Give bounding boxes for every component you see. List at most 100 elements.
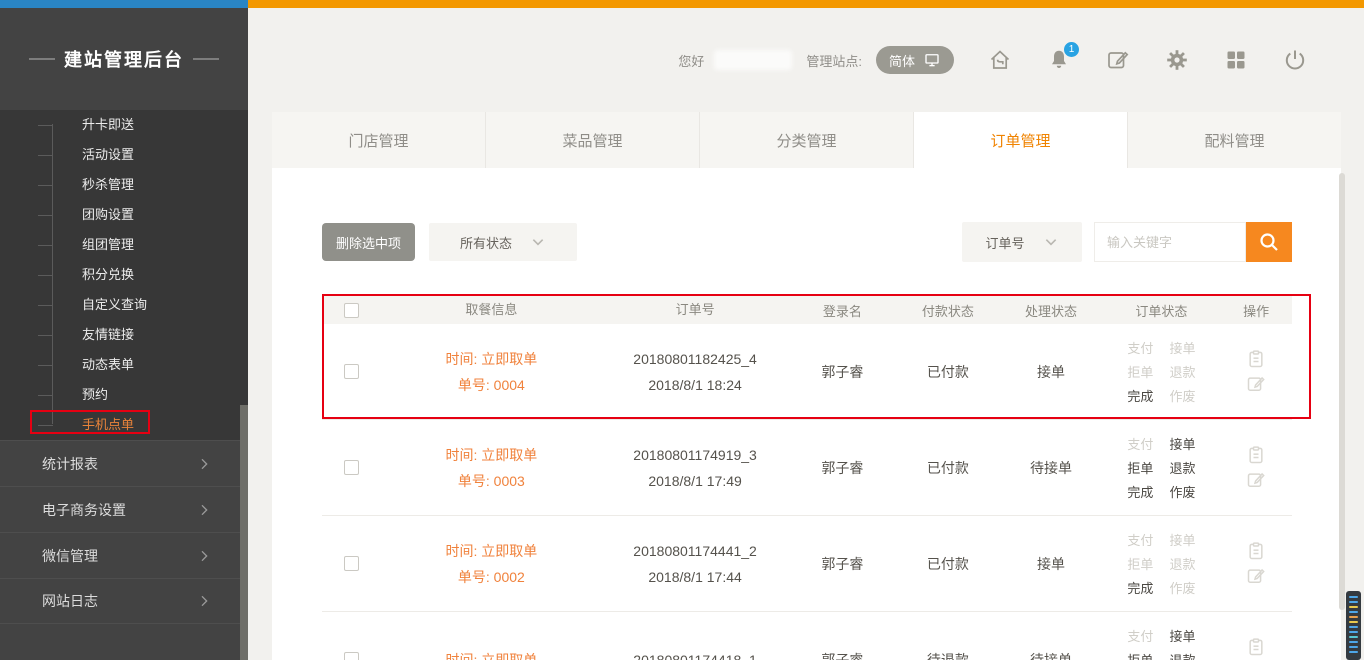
col-header-order-no: 订单号 [602, 297, 789, 323]
language-pill[interactable]: 简体 [876, 46, 954, 74]
search-field-dropdown[interactable]: 订单号 [962, 222, 1082, 262]
logout-button[interactable] [1282, 47, 1308, 73]
order-number: 20180801174919_32018/8/1 17:49 [602, 442, 789, 494]
panel-scrollbar[interactable] [1339, 173, 1345, 610]
clipboard-icon[interactable] [1246, 637, 1266, 657]
tab-ingredient-manage[interactable]: 配料管理 [1128, 112, 1341, 168]
pay-status: 已付款 [896, 362, 999, 382]
clipboard-icon[interactable] [1246, 445, 1266, 465]
tab-category-manage[interactable]: 分类管理 [700, 112, 914, 168]
keyword-input[interactable] [1094, 222, 1246, 262]
search-icon [1257, 230, 1281, 254]
edit-icon[interactable] [1246, 374, 1266, 394]
row-checkbox[interactable] [344, 652, 359, 660]
settings-button[interactable] [1164, 47, 1190, 73]
status-link-pay[interactable]: 支付 [1127, 626, 1153, 645]
status-link-pay[interactable]: 支付 [1127, 530, 1153, 549]
chevron-right-icon [196, 548, 212, 564]
sidebar-scrollbar[interactable] [240, 405, 248, 660]
clipboard-icon[interactable] [1246, 349, 1266, 369]
status-link-accept[interactable]: 接单 [1169, 530, 1195, 549]
status-link-accept[interactable]: 接单 [1169, 338, 1195, 357]
status-link-finish[interactable]: 完成 [1127, 386, 1153, 405]
col-header-pay-status: 付款状态 [896, 301, 999, 320]
sidebar-item-mobile-order[interactable]: 手机点单 [0, 410, 248, 440]
language-label: 简体 [889, 51, 915, 70]
status-link-refund[interactable]: 退款 [1169, 362, 1195, 381]
sidebar-item-activity[interactable]: 活动设置 [0, 140, 248, 170]
sidebar-submenu: 升卡即送 活动设置 秒杀管理 团购设置 组团管理 积分兑换 自定义查询 友情链接… [0, 110, 248, 440]
status-link-void[interactable]: 作废 [1169, 386, 1195, 405]
login-name: 郭子睿 [788, 650, 896, 660]
tab-order-manage[interactable]: 订单管理 [914, 112, 1128, 168]
status-filter-value: 所有状态 [460, 233, 512, 252]
grid-icon [1224, 48, 1248, 72]
search-button[interactable] [1246, 222, 1292, 262]
sidebar-item-links[interactable]: 友情链接 [0, 320, 248, 350]
sidebar-item-custom-query[interactable]: 自定义查询 [0, 290, 248, 320]
status-link-finish[interactable]: 完成 [1127, 578, 1153, 597]
status-link-finish[interactable]: 完成 [1127, 482, 1153, 501]
tab-store-manage[interactable]: 门店管理 [272, 112, 486, 168]
delete-selected-button[interactable]: 删除选中项 [322, 223, 415, 261]
status-link-void[interactable]: 作废 [1169, 482, 1195, 501]
row-checkbox[interactable] [344, 460, 359, 475]
home-button[interactable] [987, 47, 1013, 73]
compose-button[interactable] [1105, 47, 1131, 73]
table-row: 时间: 立即取单单号: 0002 20180801174441_22018/8/… [322, 516, 1292, 612]
tab-dish-manage[interactable]: 菜品管理 [486, 112, 700, 168]
sidebar-item-flash-sale[interactable]: 秒杀管理 [0, 170, 248, 200]
sidebar-item-group-manage[interactable]: 组团管理 [0, 230, 248, 260]
status-link-void[interactable]: 作废 [1169, 578, 1195, 597]
top-strip [0, 0, 1364, 8]
sidebar-item-points[interactable]: 积分兑换 [0, 260, 248, 290]
login-name: 郭子睿 [788, 362, 896, 382]
status-link-refund[interactable]: 退款 [1169, 554, 1195, 573]
sidebar-section-site-log[interactable]: 网站日志 [0, 578, 248, 624]
status-link-reject[interactable]: 拒单 [1127, 554, 1153, 573]
status-filter-dropdown[interactable]: 所有状态 [429, 223, 577, 261]
status-link-accept[interactable]: 接单 [1169, 626, 1195, 645]
content-area: 您好 管理站点: 简体 1 [248, 8, 1364, 660]
status-link-accept[interactable]: 接单 [1169, 434, 1195, 453]
status-link-pay[interactable]: 支付 [1127, 338, 1153, 357]
status-link-pay[interactable]: 支付 [1127, 434, 1153, 453]
notifications-button[interactable]: 1 [1046, 47, 1072, 73]
power-icon [1283, 48, 1307, 72]
site-label: 管理站点: [806, 51, 862, 70]
sidebar-section-ecommerce[interactable]: 电子商务设置 [0, 486, 248, 532]
status-link-reject[interactable]: 拒单 [1127, 458, 1153, 477]
sidebar-item-card-gift[interactable]: 升卡即送 [0, 110, 248, 140]
sidebar-item-reservation[interactable]: 预约 [0, 380, 248, 410]
chevron-down-icon [1043, 234, 1059, 250]
status-link-reject[interactable]: 拒单 [1127, 650, 1153, 660]
sidebar-item-group-buy[interactable]: 团购设置 [0, 200, 248, 230]
gear-icon [1165, 48, 1189, 72]
status-link-reject[interactable]: 拒单 [1127, 362, 1153, 381]
sidebar-section-statistics[interactable]: 统计报表 [0, 440, 248, 486]
clipboard-icon[interactable] [1246, 541, 1266, 561]
sidebar: 建站管理后台 升卡即送 活动设置 秒杀管理 团购设置 组团管理 积分兑换 自定义… [0, 8, 248, 660]
scroll-minimap[interactable] [1346, 591, 1361, 660]
status-link-refund[interactable]: 退款 [1169, 650, 1195, 660]
sidebar-item-dynamic-form[interactable]: 动态表单 [0, 350, 248, 380]
section-label: 统计报表 [42, 454, 98, 474]
chevron-down-icon [530, 234, 546, 250]
login-name: 郭子睿 [788, 554, 896, 574]
edit-icon [1106, 48, 1130, 72]
select-all-checkbox[interactable] [344, 303, 359, 318]
row-checkbox[interactable] [344, 364, 359, 379]
tab-bar: 门店管理 菜品管理 分类管理 订单管理 配料管理 [272, 112, 1341, 168]
pay-status: 已付款 [896, 458, 999, 478]
edit-icon[interactable] [1246, 566, 1266, 586]
edit-icon[interactable] [1246, 470, 1266, 490]
table-row: 时间: 立即取单 20180801174418_1 郭子睿 待退款 待接单 支付… [322, 612, 1292, 660]
table-row: 时间: 立即取单单号: 0004 20180801182425_42018/8/… [322, 324, 1292, 420]
search-field-value: 订单号 [985, 233, 1024, 252]
order-number: 20180801182425_42018/8/1 18:24 [602, 346, 789, 398]
status-link-refund[interactable]: 退款 [1169, 458, 1195, 477]
row-checkbox[interactable] [344, 556, 359, 571]
toolbar: 删除选中项 所有状态 订单号 [322, 222, 1292, 262]
apps-button[interactable] [1223, 47, 1249, 73]
sidebar-section-wechat[interactable]: 微信管理 [0, 532, 248, 578]
